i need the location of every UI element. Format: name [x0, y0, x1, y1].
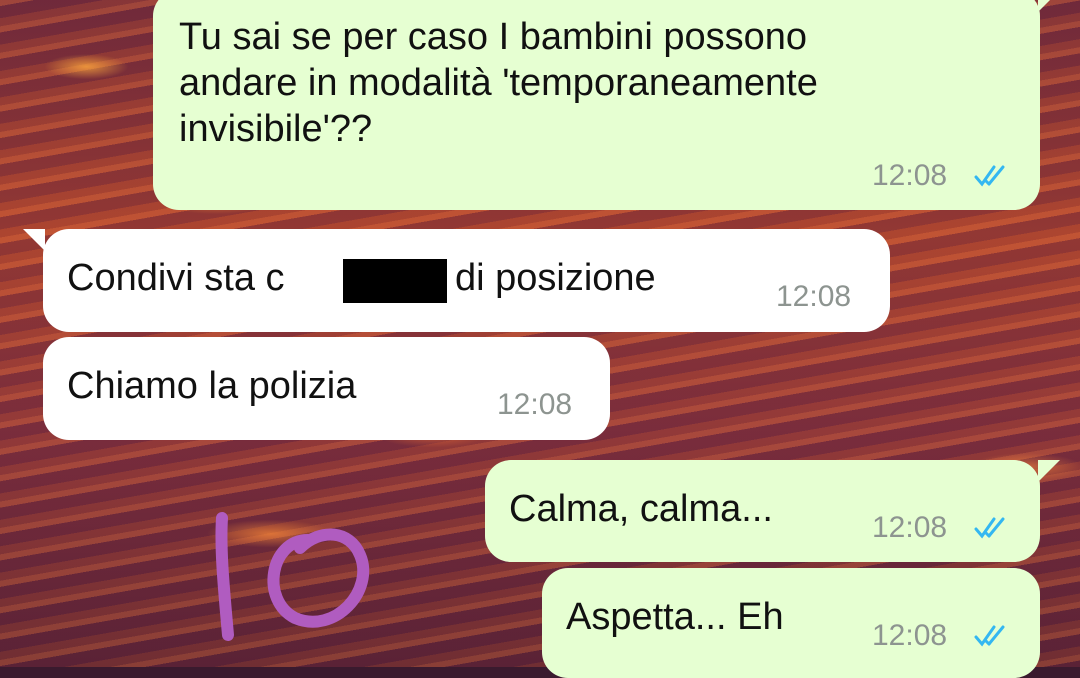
message-time: 12:08 [776, 280, 852, 313]
message-text-part-1: Condivi sta c [67, 257, 285, 299]
message-text: Chiamo la polizia [67, 365, 357, 407]
message-text: Aspetta... Eh [566, 596, 784, 638]
message-time: 12:08 [497, 388, 573, 421]
message-incoming-2[interactable]: Chiamo la polizia 12:08 [43, 337, 610, 440]
double-check-icon [974, 517, 1005, 539]
message-outgoing-3[interactable]: Aspetta... Eh 12:08 [542, 568, 1040, 678]
message-outgoing-1[interactable]: Tu sai se per caso I bambini possono and… [153, 0, 1060, 210]
message-time: 12:08 [872, 159, 948, 192]
message-time: 12:08 [872, 511, 948, 544]
double-check-icon [974, 625, 1005, 647]
double-check-icon [974, 165, 1005, 187]
message-outgoing-2[interactable]: Calma, calma... 12:08 [485, 460, 1060, 562]
message-text-part-2: di posizione [455, 257, 656, 299]
message-incoming-1[interactable]: Condivi sta c di posizione 12:08 [23, 229, 890, 332]
censor-bar [343, 259, 447, 303]
message-text: Tu sai se per caso I bambini possono and… [179, 16, 818, 150]
message-time: 12:08 [872, 619, 948, 652]
handwritten-score-doodle [215, 512, 370, 641]
message-text: Calma, calma... [509, 488, 773, 530]
